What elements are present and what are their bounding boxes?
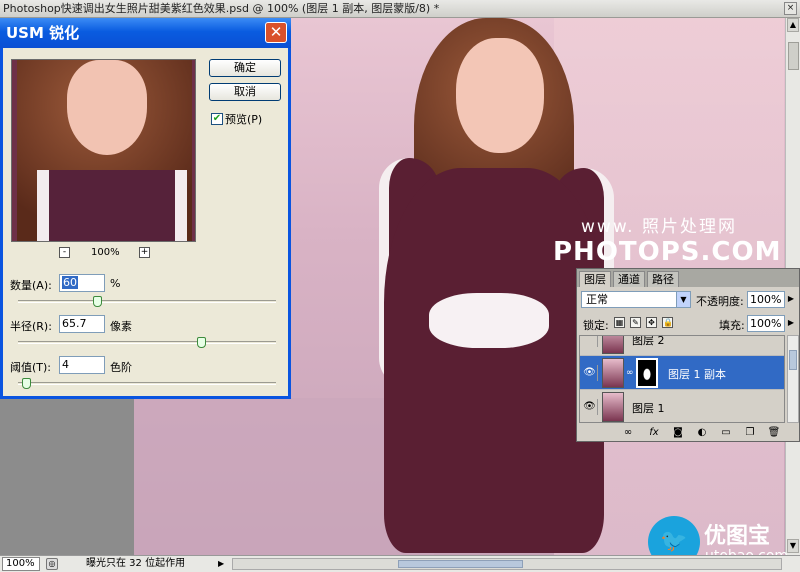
layer-thumbnail bbox=[602, 392, 624, 422]
horizontal-scrollbar-thumb[interactable] bbox=[398, 560, 523, 568]
layer-row-selected[interactable]: 👁 ∞ 图层 1 副本 bbox=[580, 356, 784, 390]
preview-face bbox=[67, 60, 147, 155]
chevron-down-icon[interactable]: ▼ bbox=[676, 292, 690, 307]
document-close-button[interactable]: × bbox=[784, 2, 797, 15]
scrollbar-thumb[interactable] bbox=[788, 42, 799, 70]
zoom-out-button[interactable]: - bbox=[59, 247, 70, 258]
dialog-title: USM 锐化 bbox=[6, 24, 80, 42]
zoom-in-button[interactable]: + bbox=[139, 247, 150, 258]
link-layers-icon[interactable]: ∞ bbox=[621, 426, 635, 439]
layer-row[interactable]: 👁 图层 1 bbox=[580, 390, 784, 422]
visibility-toggle-hidden[interactable] bbox=[582, 336, 598, 347]
layer-name: 图层 2 bbox=[632, 335, 665, 347]
layer-row[interactable]: 图层 2 bbox=[580, 335, 784, 356]
radius-unit: 像素 bbox=[110, 320, 132, 333]
opacity-arrow-icon[interactable]: ▶ bbox=[786, 291, 796, 306]
logo-chinese-text: 优图宝 bbox=[704, 524, 771, 549]
document-titlebar[interactable]: Photoshop快速调出女生照片甜美紫红色效果.psd @ 100% (图层 … bbox=[0, 0, 800, 18]
document-horizontal-scrollbar[interactable] bbox=[232, 558, 782, 570]
layer-list-scrollbar[interactable] bbox=[787, 335, 799, 423]
add-mask-icon[interactable]: ◙ bbox=[671, 426, 685, 439]
layer-thumbnail bbox=[602, 358, 624, 388]
threshold-label: 阈值(T): bbox=[10, 361, 52, 374]
preview-zoom-level: 100% bbox=[91, 247, 120, 258]
lock-move-icon[interactable]: ✥ bbox=[646, 317, 657, 328]
lock-label: 锁定: bbox=[583, 319, 609, 332]
amount-slider-thumb[interactable] bbox=[92, 296, 102, 307]
layer-thumbnail bbox=[602, 336, 624, 354]
radius-slider[interactable] bbox=[18, 337, 276, 348]
dialog-titlebar[interactable]: USM 锐化 ✕ bbox=[0, 18, 291, 48]
fx-icon[interactable]: fx bbox=[647, 426, 661, 439]
fill-label: 填充: bbox=[719, 319, 745, 332]
threshold-unit: 色阶 bbox=[110, 361, 132, 374]
amount-slider[interactable] bbox=[18, 296, 276, 307]
preview-dress bbox=[37, 170, 187, 241]
fill-arrow-icon[interactable]: ▶ bbox=[786, 315, 796, 330]
layer-mask-thumbnail[interactable] bbox=[636, 358, 658, 388]
cancel-button[interactable]: 取消 bbox=[209, 83, 281, 101]
status-info-icon[interactable]: ◎ bbox=[46, 558, 58, 570]
watermark: www. 照片处理网 PHOTOPS.COM bbox=[553, 212, 782, 267]
tab-paths[interactable]: 路径 bbox=[647, 271, 679, 287]
amount-input[interactable]: 60 bbox=[59, 274, 105, 292]
lock-transparency-icon[interactable]: ▦ bbox=[614, 317, 625, 328]
fill-input[interactable]: 100% bbox=[747, 315, 785, 332]
threshold-input[interactable]: 4 bbox=[59, 356, 105, 374]
new-group-icon[interactable]: ▭ bbox=[719, 426, 733, 439]
sharpen-preview-pane[interactable] bbox=[11, 59, 196, 242]
amount-unit: % bbox=[110, 277, 121, 290]
layer-name: 图层 1 bbox=[632, 402, 665, 415]
opacity-label: 不透明度: bbox=[696, 295, 744, 308]
eye-icon[interactable]: 👁 bbox=[582, 399, 598, 415]
threshold-slider[interactable] bbox=[18, 378, 276, 389]
layers-panel-footer: ∞ fx ◙ ◐ ▭ ❐ 🗑 bbox=[577, 425, 799, 441]
layer-list-scrollbar-thumb[interactable] bbox=[789, 350, 797, 370]
layer-name: 图层 1 副本 bbox=[668, 368, 726, 381]
watermark-top: www. 照片处理网 bbox=[581, 217, 737, 237]
chain-link-icon[interactable]: ∞ bbox=[626, 368, 634, 378]
blend-mode-value: 正常 bbox=[586, 293, 608, 306]
blend-mode-select[interactable]: 正常 ▼ bbox=[581, 291, 691, 308]
watermark-main: PHOTOPS.COM bbox=[553, 237, 782, 267]
scroll-up-icon[interactable]: ▲ bbox=[787, 18, 799, 32]
photo-face bbox=[456, 38, 544, 153]
ok-button[interactable]: 确定 bbox=[209, 59, 281, 77]
layers-panel-tabs: 图层 通道 路径 bbox=[577, 269, 799, 287]
radius-slider-thumb[interactable] bbox=[197, 337, 207, 348]
eye-icon[interactable]: 👁 bbox=[582, 365, 598, 381]
status-message: 曝光只在 32 位起作用 bbox=[86, 558, 186, 569]
document-title: Photoshop快速调出女生照片甜美紫红色效果.psd @ 100% (图层 … bbox=[3, 2, 440, 15]
radius-label: 半径(R): bbox=[10, 320, 52, 333]
tab-channels[interactable]: 通道 bbox=[613, 271, 645, 287]
opacity-input[interactable]: 100% bbox=[747, 291, 785, 308]
checkmark-icon[interactable]: ✔ bbox=[211, 113, 223, 125]
amount-value: 60 bbox=[62, 276, 78, 289]
layers-panel: 图层 通道 路径 正常 ▼ 不透明度: 100% ▶ 锁定: ▦ ✎ ✥ 🔒 填… bbox=[576, 268, 800, 442]
lock-all-icon[interactable]: 🔒 bbox=[662, 317, 673, 328]
status-bar: 100% ◎ 曝光只在 32 位起作用 ▶ bbox=[0, 555, 800, 572]
new-layer-icon[interactable]: ❐ bbox=[743, 426, 757, 439]
preview-checkbox[interactable]: ✔ 预览(P) bbox=[211, 111, 262, 127]
lock-brush-icon[interactable]: ✎ bbox=[630, 317, 641, 328]
radius-input[interactable]: 65.7 bbox=[59, 315, 105, 333]
dialog-close-button[interactable]: ✕ bbox=[265, 22, 287, 43]
tab-layers[interactable]: 图层 bbox=[579, 271, 611, 287]
delete-layer-icon[interactable]: 🗑 bbox=[767, 426, 781, 439]
photo-white-bow bbox=[429, 293, 549, 348]
preview-checkbox-label: 预览(P) bbox=[225, 113, 263, 126]
zoom-level-field[interactable]: 100% bbox=[2, 557, 40, 571]
adjustment-layer-icon[interactable]: ◐ bbox=[695, 426, 709, 439]
threshold-slider-thumb[interactable] bbox=[21, 378, 31, 389]
layer-list: 图层 2 👁 ∞ 图层 1 副本 👁 图层 1 bbox=[579, 335, 785, 423]
status-menu-arrow-icon[interactable]: ▶ bbox=[218, 558, 228, 570]
usm-sharpen-dialog: USM 锐化 ✕ 确定 取消 ✔ 预览(P) - 100% + 数量(A): 60… bbox=[0, 18, 291, 399]
amount-label: 数量(A): bbox=[10, 279, 52, 292]
